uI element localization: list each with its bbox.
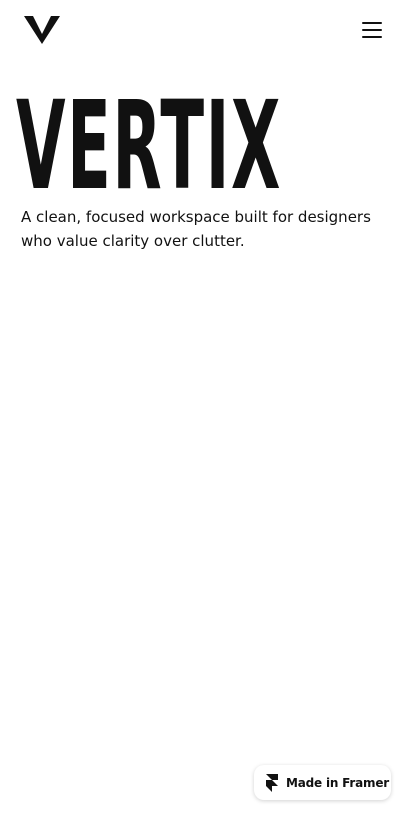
hero-title: VERTIX	[16, 88, 282, 192]
vertix-logo-icon[interactable]	[24, 16, 60, 44]
hero-subtitle: A clean, focused workspace built for des…	[21, 208, 371, 250]
hero-title-text: VERTIX	[16, 88, 282, 192]
framer-logo-icon	[266, 773, 278, 792]
made-in-framer-badge[interactable]: Made in Framer	[254, 765, 391, 800]
hamburger-menu-icon-middle	[362, 29, 382, 31]
hamburger-menu-icon	[362, 22, 382, 24]
hamburger-menu-icon-bottom	[362, 36, 382, 38]
menu-button[interactable]	[358, 18, 386, 42]
badge-label: Made in Framer	[286, 775, 389, 790]
